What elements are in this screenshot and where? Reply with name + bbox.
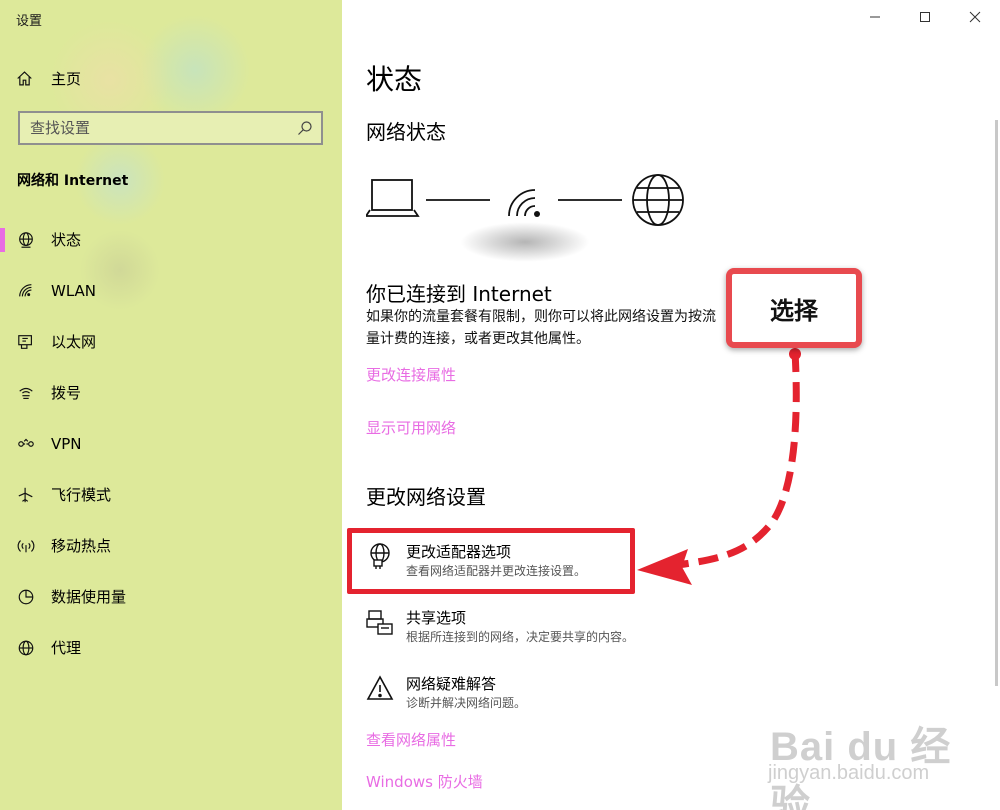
sidebar-item-label: 代理 xyxy=(51,639,82,657)
internet-globe-icon xyxy=(632,174,684,226)
change-connection-properties-link[interactable]: 更改连接属性 xyxy=(366,364,456,385)
search-input[interactable] xyxy=(30,119,297,137)
sidebar-item-label: 拨号 xyxy=(51,384,82,402)
close-button[interactable] xyxy=(950,0,1000,34)
warning-icon xyxy=(366,675,394,700)
change-settings-heading: 更改网络设置 xyxy=(366,485,486,509)
adapter-options-item[interactable]: 更改适配器选项 查看网络适配器并更改连接设置。 xyxy=(366,542,586,580)
sidebar-item-label: 以太网 xyxy=(51,333,97,351)
ethernet-icon xyxy=(18,334,32,349)
main-panel: 状态 网络状态 你已连接到 Internet 如果你的流量套餐有限制，则你可以将… xyxy=(342,0,1000,810)
window-controls xyxy=(850,0,1000,34)
option-title: 网络疑难解答 xyxy=(406,675,497,693)
home-button[interactable]: 主页 xyxy=(16,66,81,90)
section-title: 网络和 Internet xyxy=(17,173,129,189)
sidebar-item-status[interactable]: 状态 xyxy=(0,214,342,265)
network-name-blurred xyxy=(460,222,590,262)
troubleshoot-item[interactable]: 网络疑难解答 诊断并解决网络问题。 xyxy=(366,674,526,712)
option-subtitle: 诊断并解决网络问题。 xyxy=(406,696,527,710)
sidebar-item-label: 飞行模式 xyxy=(51,486,112,504)
search-icon[interactable] xyxy=(297,120,313,136)
page-title: 状态 xyxy=(366,63,423,96)
data-usage-icon xyxy=(18,589,34,604)
globe-icon xyxy=(18,640,34,655)
sidebar-item-dialup[interactable]: 拨号 xyxy=(0,367,342,418)
view-network-properties-link[interactable]: 查看网络属性 xyxy=(366,729,456,750)
callout-box: 选择 xyxy=(726,268,862,348)
sidebar-item-vpn[interactable]: VPN xyxy=(0,418,342,469)
sidebar-item-label: 移动热点 xyxy=(51,537,112,555)
vpn-icon xyxy=(18,438,34,447)
airplane-icon xyxy=(18,487,33,502)
sidebar-item-label: 数据使用量 xyxy=(51,588,127,606)
sidebar-item-label: 状态 xyxy=(51,231,82,249)
sidebar-item-hotspot[interactable]: 移动热点 xyxy=(0,520,342,571)
sidebar-item-label: WLAN xyxy=(51,281,97,300)
connected-description: 如果你的流量套餐有限制，则你可以将此网络设置为按流量计费的连接，或者更改其他属性… xyxy=(366,309,716,347)
sidebar-nav: 状态 WLAN 以太网 拨号 VPN 飞行模式 移动热点 数据使用量 代理 xyxy=(0,214,342,673)
show-available-networks-link[interactable]: 显示可用网络 xyxy=(366,417,456,438)
globe-network-icon xyxy=(19,231,33,248)
scrollbar[interactable] xyxy=(995,120,998,686)
search-box[interactable] xyxy=(18,111,323,145)
home-label: 主页 xyxy=(51,69,82,88)
network-status-heading: 网络状态 xyxy=(366,120,446,144)
adapter-icon xyxy=(370,543,390,569)
option-subtitle: 查看网络适配器并更改连接设置。 xyxy=(406,564,587,578)
close-icon xyxy=(969,11,981,23)
connected-title: 你已连接到 Internet xyxy=(366,282,552,306)
wifi-signal-icon xyxy=(508,189,540,217)
sidebar-item-airplane[interactable]: 飞行模式 xyxy=(0,469,342,520)
home-icon xyxy=(17,70,32,85)
sharing-icon xyxy=(366,610,393,635)
sharing-options-item[interactable]: 共享选项 根据所连接到的网络，决定要共享的内容。 xyxy=(366,608,634,646)
option-title: 共享选项 xyxy=(406,609,467,627)
hotspot-icon xyxy=(17,539,35,552)
callout-text: 选择 xyxy=(770,296,818,325)
sidebar: 设置 主页 网络和 Internet 状态 WLAN 以太网 拨号 xyxy=(0,0,342,810)
sidebar-item-ethernet[interactable]: 以太网 xyxy=(0,316,342,367)
minimize-icon xyxy=(870,16,880,18)
wifi-icon xyxy=(19,283,32,296)
windows-firewall-link[interactable]: Windows 防火墙 xyxy=(366,771,483,792)
option-title: 更改适配器选项 xyxy=(406,543,512,561)
sidebar-item-wlan[interactable]: WLAN xyxy=(0,265,342,316)
maximize-button[interactable] xyxy=(900,0,950,34)
sidebar-item-data-usage[interactable]: 数据使用量 xyxy=(0,571,342,622)
maximize-icon xyxy=(920,12,930,22)
dialup-icon xyxy=(19,387,33,399)
option-subtitle: 根据所连接到的网络，决定要共享的内容。 xyxy=(406,630,635,644)
minimize-button[interactable] xyxy=(850,0,900,34)
sidebar-item-proxy[interactable]: 代理 xyxy=(0,622,342,673)
laptop-icon xyxy=(366,179,420,217)
sidebar-item-label: VPN xyxy=(51,434,82,453)
app-title: 设置 xyxy=(16,14,43,29)
